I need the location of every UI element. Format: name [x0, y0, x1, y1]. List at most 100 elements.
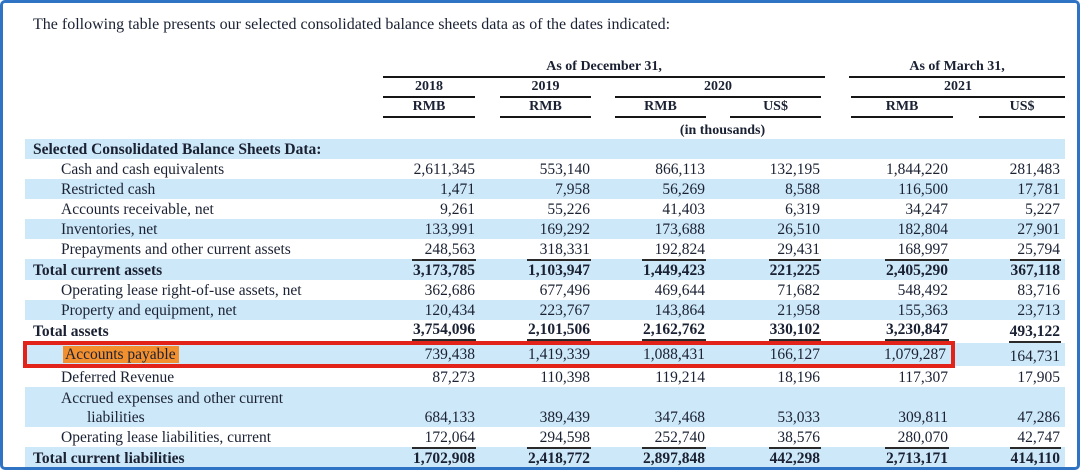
value-text: 110,398 — [539, 368, 591, 387]
value-text: 71,682 — [776, 281, 821, 300]
cell-value: 26,510 — [710, 219, 825, 239]
year-header: 2020 — [595, 79, 825, 99]
cell-value: 27,901 — [953, 219, 1065, 239]
value-text: 9,261 — [439, 200, 476, 219]
header-row-currencies: RMBRMBRMBUS$RMBUS$ — [25, 99, 1065, 119]
cell-value: 2,611,345 — [380, 159, 480, 179]
cell-value: 120,434 — [380, 300, 480, 320]
value-text: 3,754,096 — [412, 320, 476, 341]
cell-value: 248,563 — [380, 239, 480, 259]
value-text: 389,439 — [539, 408, 591, 427]
row-label: Prepayments and other current assets — [25, 239, 380, 259]
balance-sheet-table: As of December 31,As of March 31,2018201… — [23, 59, 1065, 468]
value-text: 29,431 — [776, 240, 821, 259]
cell-value: 3,173,785 — [380, 259, 480, 280]
cell-value: 17,781 — [953, 179, 1065, 199]
value-text: 116,500 — [897, 180, 949, 199]
year-header: 2021 — [825, 79, 1065, 99]
year-header: 2019 — [480, 79, 595, 99]
cell-value: 252,740 — [595, 427, 710, 447]
value-text: 83,716 — [1016, 281, 1061, 300]
units-note: (in thousands) — [380, 119, 1065, 139]
header-row-years: 2018201920202021 — [25, 79, 1065, 99]
cell-value: 2,162,762 — [595, 320, 710, 343]
value-text: 469,644 — [654, 281, 706, 300]
row-label: Total current assets — [25, 259, 380, 280]
value-text: 347,468 — [654, 408, 706, 427]
cell-value: 5,227 — [953, 199, 1065, 219]
value-text: 1,103,947 — [527, 259, 591, 280]
cell-value: 71,682 — [710, 280, 825, 300]
value-text: 38,576 — [776, 428, 821, 447]
cell-value: 362,686 — [380, 280, 480, 300]
value-text: 280,070 — [897, 428, 949, 447]
currency-header: RMB — [380, 99, 480, 119]
value-text: 1,449,423 — [642, 259, 706, 280]
cell-value: 1,419,339 — [480, 343, 595, 366]
value-text: 34,247 — [904, 200, 949, 219]
value-text: 119,214 — [654, 368, 706, 387]
cell-value — [710, 139, 825, 159]
table-row: Cash and cash equivalents2,611,345553,14… — [25, 159, 1065, 179]
row-label: Accrued expenses and other currentliabil… — [25, 387, 380, 427]
cell-value: 192,824 — [595, 239, 710, 259]
table-row: Prepayments and other current assets 248,… — [25, 239, 1065, 259]
value-text: 155,363 — [897, 301, 949, 320]
value-text: 55,226 — [546, 200, 591, 219]
row-label: Accounts receivable, net — [25, 199, 380, 219]
highlight-accounts-payable: Accounts payable — [63, 346, 179, 363]
value-text: 21,958 — [776, 301, 821, 320]
value-text: 2,713,171 — [885, 447, 949, 468]
cell-value: 42,747 — [953, 427, 1065, 447]
cell-value — [480, 139, 595, 159]
value-text: 5,227 — [1024, 200, 1061, 219]
cell-value: 493,122 — [953, 320, 1065, 343]
cell-value: 866,113 — [595, 159, 710, 179]
intro-text: The following table presents our selecte… — [33, 15, 1077, 35]
value-text: 362,686 — [424, 281, 476, 300]
table-header: As of December 31,As of March 31,2018201… — [25, 59, 1065, 139]
value-text: 173,688 — [654, 220, 706, 239]
value-text: 41,403 — [661, 200, 706, 219]
row-label: Inventories, net — [25, 219, 380, 239]
cell-value: 1,103,947 — [480, 259, 595, 280]
value-text: 2,162,762 — [642, 320, 706, 341]
table-row: Deferred Revenue87,273110,398119,21418,1… — [25, 366, 1065, 387]
cell-value: 168,997 — [825, 239, 953, 259]
value-text: 25,794 — [1016, 240, 1061, 259]
column-group-header: As of March 31, — [825, 59, 1065, 79]
cell-value: 56,269 — [595, 179, 710, 199]
table-row: Property and equipment, net120,434223,76… — [25, 300, 1065, 320]
value-text: 132,195 — [769, 160, 821, 179]
value-text: 2,611,345 — [413, 160, 476, 179]
row-label: Operating lease right-of-use assets, net — [25, 280, 380, 300]
cell-value: 309,811 — [825, 387, 953, 427]
table-row: Total current assets 3,173,785 1,103,947 1,… — [25, 259, 1065, 280]
value-text: 172,064 — [424, 428, 476, 447]
currency-header: RMB — [825, 99, 953, 119]
value-text: 3,173,785 — [412, 259, 476, 280]
header-row-groups: As of December 31,As of March 31, — [25, 59, 1065, 79]
value-text: 42,747 — [1016, 428, 1061, 447]
cell-value: 18,196 — [710, 366, 825, 387]
cell-value: 1,088,431 — [595, 343, 710, 366]
row-label: Operating lease liabilities, current — [25, 427, 380, 447]
value-text: 248,563 — [424, 240, 476, 259]
currency-label: RMB — [383, 99, 475, 118]
row-label: Property and equipment, net — [25, 300, 380, 320]
cell-value — [825, 139, 953, 159]
value-text: 1,419,339 — [527, 345, 591, 364]
row-label-line: Accrued expenses and other current — [61, 389, 380, 408]
row-label: Accounts payable — [25, 343, 380, 366]
value-text: 1,079,287 — [883, 345, 947, 364]
cell-value: 53,033 — [710, 387, 825, 427]
cell-value: 17,905 — [953, 366, 1065, 387]
cell-value: 684,133 — [380, 387, 480, 427]
table-row: Operating lease right-of-use assets, net… — [25, 280, 1065, 300]
value-text: 281,483 — [1009, 160, 1061, 179]
value-text: 192,824 — [654, 240, 706, 259]
value-text: 2,101,506 — [527, 320, 591, 341]
balance-sheet-body: Selected Consolidated Balance Sheets Dat… — [25, 139, 1065, 468]
cell-value: 2,713,171 — [825, 447, 953, 468]
value-text: 169,292 — [539, 220, 591, 239]
